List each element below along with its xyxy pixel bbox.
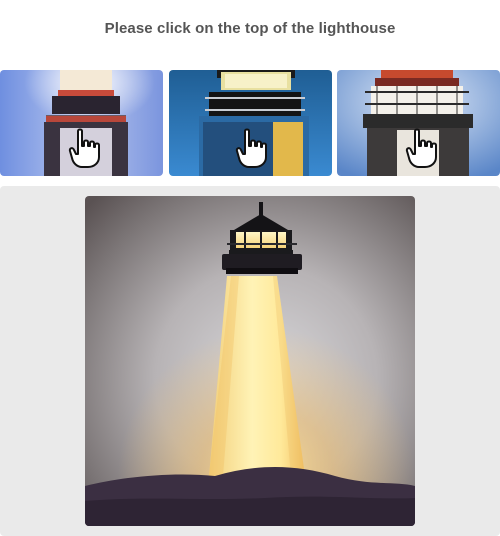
example-images-row [0, 70, 500, 176]
example-image-3 [337, 70, 500, 176]
hand-pointer-icon [235, 128, 267, 168]
challenge-prompt: Please click on the top of the lighthous… [104, 20, 396, 37]
hand-pointer-icon [68, 128, 100, 168]
challenge-image[interactable] [85, 196, 415, 526]
example-image-2 [169, 70, 332, 176]
captcha-challenge: Please click on the top of the lighthous… [0, 0, 500, 536]
challenge-image-area [0, 186, 500, 536]
lighthouse-image[interactable] [85, 196, 415, 526]
example-image-1 [0, 70, 163, 176]
hand-pointer-icon [405, 128, 437, 168]
